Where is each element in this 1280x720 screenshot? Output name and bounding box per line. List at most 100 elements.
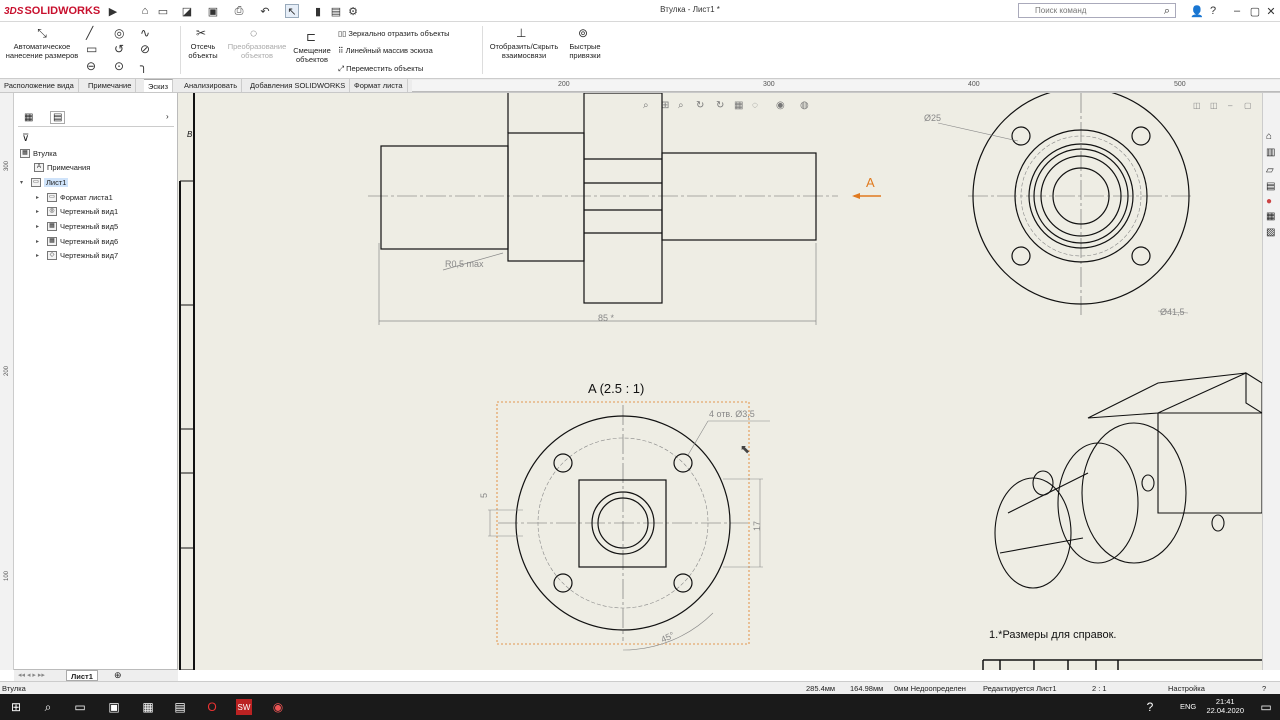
offset-icon[interactable]: ⊏ [306,30,316,44]
drawing-sheet-svg[interactable]: B ⌕ ⊞ ⌕ ↻ ↻ ▦ ◌ ◉ ◍ R0,5 max 85 * A Ø25 … [178,93,1262,670]
expand-arrow-icon[interactable]: ▸ [36,208,44,215]
tab-sketch[interactable]: Эскиз [144,79,174,92]
arc-icon[interactable]: ↺ [114,42,124,56]
expand-arrow-icon[interactable]: ▸ [36,238,44,245]
auto-dimension-icon[interactable]: ⤡ [34,26,50,41]
expand-arrow-icon[interactable]: ▸ [36,252,44,259]
view-heads-up-toolbar: ⌕ ⊞ ⌕ ↻ ↻ ▦ ◌ ◉ ◍ [643,100,809,111]
circle-icon[interactable]: ◎ [114,26,124,40]
minimize-icon[interactable]: – [1230,4,1244,18]
forum-icon[interactable]: ▨ [1266,227,1275,238]
drawing-canvas[interactable]: B ⌕ ⊞ ⌕ ↻ ↻ ▦ ◌ ◉ ◍ R0,5 max 85 * A Ø25 … [178,93,1262,670]
view-marker-label: A [866,175,875,190]
hide-show-icon: ◌ [752,100,758,111]
slot-icon[interactable]: ⊖ [86,59,96,73]
tab-view-layout[interactable]: Расположение вида [0,79,79,92]
linear-pattern-button[interactable]: ⠿ Линейный массив эскиза [338,46,433,55]
trim-button[interactable]: Отсечь объекты [184,42,222,60]
save-app-icon[interactable]: ▤ [172,699,188,715]
quick-snaps-button[interactable]: Быстрые привязки [564,42,606,60]
file-explorer-icon[interactable]: ▱ [1266,165,1274,176]
tab-addins[interactable]: Добавления SOLIDWORKS [246,79,351,92]
resources-icon[interactable]: ⌂ [1266,131,1272,142]
tab-sheet1[interactable]: Лист1 [66,670,98,681]
home-icon[interactable]: ⌂ [138,4,152,18]
relations-icon[interactable]: ⊥ [516,26,526,40]
tree-item-view5[interactable]: ▸ ▦ Чертежный вид5 [36,222,118,231]
mirror-button[interactable]: ▯▯ Зеркально отразить объекты [338,29,450,38]
options-gear-icon[interactable]: ⚙ [346,4,360,18]
search-magnifier-icon[interactable]: ⌕ [1160,4,1174,18]
custom-properties-icon[interactable]: ▦ [1266,211,1275,222]
holes-note-label: 4 отв. Ø3,5 [709,409,755,419]
calculator-icon[interactable]: ▦ [140,699,156,715]
expand-arrow-icon[interactable]: ▸ [36,223,44,230]
view-palette-icon[interactable]: ▤ [1266,181,1275,192]
tab-evaluate[interactable]: Анализировать [180,79,243,92]
recorder-icon[interactable]: ◉ [270,699,286,715]
status-scale[interactable]: 2 : 1 [1092,684,1107,693]
tree-item-view7[interactable]: ▸ ◇ Чертежный вид7 [36,251,118,260]
language-indicator[interactable]: ENG [1180,702,1196,711]
feature-tree-tab-icon[interactable]: ▦ [24,112,33,123]
tree-item-view6[interactable]: ▸ ▦ Чертежный вид6 [36,237,118,246]
tree-item-sheet-format[interactable]: ▸ ▭ Формат листа1 [36,193,113,202]
show-relations-button[interactable]: Отобразить/Скрыть взаимосвязи [486,42,562,60]
expand-menu-icon[interactable]: ▶ [106,4,120,18]
sheet-nav-icon[interactable]: ◂◂ ◂ ▸ ▸▸ [18,671,45,679]
expand-arrow-icon[interactable]: ▸ [36,194,44,201]
notifications-icon[interactable]: ▭ [1258,699,1274,715]
ribbon-divider [180,26,181,74]
undo-icon[interactable]: ↶ [258,4,272,18]
explorer-icon[interactable]: ▭ [72,699,88,715]
help-tray-icon[interactable]: ? [1142,699,1158,715]
filter-icon[interactable]: ⊽ [22,133,29,144]
screen-capture-icon[interactable]: ▣ [106,699,122,715]
trim-icon[interactable]: ✂ [196,26,206,40]
solidworks-logo[interactable]: 3DS SOLIDWORKS [4,3,104,19]
fillet-icon[interactable]: ╮ [140,59,147,73]
help-icon[interactable]: ? [1262,684,1266,693]
search-icon[interactable]: ⌕ [40,699,56,715]
opera-icon[interactable]: O [204,699,220,715]
restore-icon[interactable]: ▢ [1248,4,1262,18]
status-settings[interactable]: Настройка [1168,684,1205,693]
quick-snaps-icon[interactable]: ⊚ [578,26,588,40]
line-icon[interactable]: ╱ [86,26,93,40]
add-sheet-icon[interactable]: ⊕ [114,670,122,681]
open-icon[interactable]: ◪ [180,4,194,18]
rectangle-icon[interactable]: ▭ [86,42,97,56]
appearances-icon[interactable]: ● [1266,196,1272,207]
property-tab-icon[interactable]: ▤ [50,111,66,124]
help-icon[interactable]: ? [1206,4,1220,18]
panel-expand-icon[interactable]: › [166,112,169,121]
select-icon[interactable]: ↖ [285,4,299,18]
spline-icon[interactable]: ∿ [140,26,150,40]
ruler-tick: 400 [968,81,980,88]
rebuild-icon[interactable]: ▮ [311,4,325,18]
tab-annotation[interactable]: Примечание [84,79,137,92]
file-properties-icon[interactable]: ▤ [329,4,343,18]
new-document-icon[interactable]: ▭ [156,4,170,18]
diam-41-label: Ø41,5 [1160,307,1185,317]
close-icon[interactable]: ✕ [1264,4,1278,18]
command-search-input[interactable]: Поиск команд [1018,3,1176,18]
sheet-format-icon: ▭ [47,193,57,202]
polygon-icon[interactable]: ⊙ [114,59,124,73]
clock[interactable]: 21:41 22.04.2020 [1206,697,1244,715]
collapse-arrow-icon[interactable]: ▾ [20,179,28,186]
save-icon[interactable]: ▣ [206,4,220,18]
tree-item-annotations[interactable]: A Примечания [34,163,90,172]
offset-button[interactable]: Смещение объектов [292,46,332,64]
tab-sheet-format[interactable]: Формат листа [350,79,408,92]
solidworks-app-icon[interactable]: SW [236,699,252,715]
tree-item-sheet[interactable]: ▾ ▭ Лист1 [20,178,69,187]
auto-dimension-button[interactable]: Автоматическое нанесение размеров [2,42,82,60]
tree-item-view1[interactable]: ▸ ◎ Чертежный вид1 [36,207,118,216]
tree-root[interactable]: ▦ Втулка [20,149,57,158]
user-icon[interactable]: 👤 [1190,4,1204,18]
windows-start-icon[interactable]: ⊞ [8,699,24,715]
design-library-icon[interactable]: ▥ [1266,147,1275,158]
ellipse-icon[interactable]: ⊘ [140,42,150,56]
print-icon[interactable]: ⎙ [232,4,246,18]
